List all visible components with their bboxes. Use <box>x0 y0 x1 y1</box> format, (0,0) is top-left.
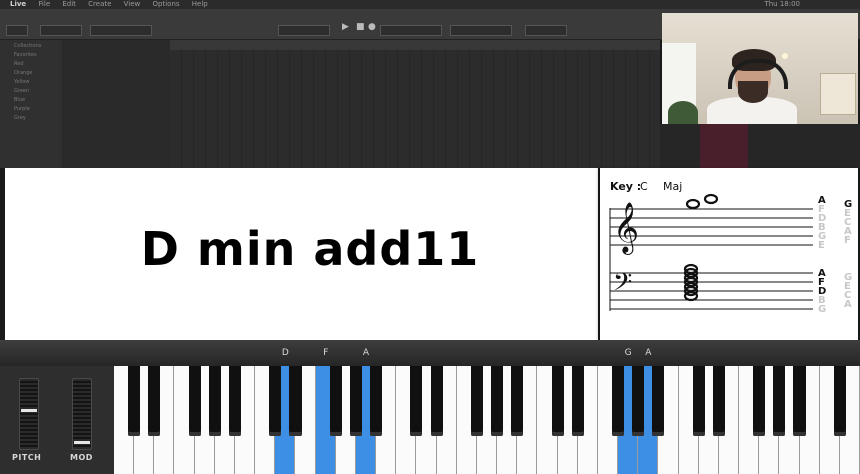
sidebar-item[interactable]: Orange <box>14 70 62 76</box>
loop-length-field[interactable] <box>525 25 567 36</box>
tempo-field[interactable] <box>40 25 82 36</box>
browser-content <box>62 40 170 168</box>
webcam-lamp <box>782 53 788 59</box>
pitch-wheel[interactable] <box>19 378 39 450</box>
sidebar-item[interactable]: Yellow <box>14 79 62 85</box>
sidebar-item[interactable]: Collections <box>14 43 62 49</box>
automation-buttons[interactable] <box>380 25 442 36</box>
black-key[interactable] <box>470 366 483 436</box>
black-key[interactable] <box>753 366 766 436</box>
pitch-wheel-marker <box>21 409 37 412</box>
black-key[interactable] <box>370 366 383 436</box>
menu-file[interactable]: File <box>38 0 50 9</box>
black-key[interactable] <box>128 366 141 436</box>
black-key[interactable] <box>511 366 524 436</box>
mod-label: MOD <box>70 453 93 462</box>
sidebar-item[interactable]: Purple <box>14 106 62 112</box>
key-quality: Maj <box>663 180 682 193</box>
menu-help[interactable]: Help <box>192 0 208 9</box>
time-signature-field[interactable] <box>90 25 152 36</box>
arrangement-view[interactable] <box>170 40 660 168</box>
chord-name: D min add11 <box>140 222 480 276</box>
menu-bar: Live File Edit Create View Options Help … <box>0 0 860 9</box>
loop-start-field[interactable] <box>450 25 512 36</box>
note-label: F <box>323 348 329 358</box>
sidebar-item[interactable]: Green <box>14 88 62 94</box>
black-key[interactable] <box>349 366 362 436</box>
black-key[interactable] <box>833 366 846 436</box>
webcam-picture-frame <box>820 73 856 115</box>
bass-letter: A <box>844 299 852 310</box>
menu-view[interactable]: View <box>124 0 141 9</box>
staff-notation: Key : C Maj 𝄞 𝄢 AFDBGEGECAFAFDBGGECA <box>609 180 852 315</box>
clip-slot[interactable] <box>700 124 748 168</box>
key-label: Key : <box>610 180 641 193</box>
menu-edit[interactable]: Edit <box>62 0 76 9</box>
keyboard-header <box>0 340 860 366</box>
black-key[interactable] <box>188 366 201 436</box>
black-key[interactable] <box>652 366 665 436</box>
black-key[interactable] <box>208 366 221 436</box>
screen: Live File Edit Create View Options Help … <box>0 0 860 474</box>
treble-staff <box>610 208 813 246</box>
note-label: A <box>645 348 652 358</box>
webcam-plant <box>668 101 698 124</box>
black-key[interactable] <box>712 366 725 436</box>
treble-clef-icon: 𝄞 <box>613 202 639 255</box>
bass-letter: G <box>818 304 826 315</box>
black-key[interactable] <box>228 366 242 436</box>
controller-panel: PITCH MOD <box>0 366 114 474</box>
mod-wheel[interactable] <box>72 378 92 450</box>
black-key[interactable] <box>692 366 705 436</box>
position-field[interactable] <box>278 25 330 36</box>
sidebar-item[interactable]: Blue <box>14 97 62 103</box>
menu-live[interactable]: Live <box>10 0 26 9</box>
black-key[interactable] <box>329 366 342 436</box>
menu-clock: Thu 18:00 <box>764 0 800 8</box>
note-head <box>703 193 719 205</box>
notation-panel: Key : C Maj 𝄞 𝄢 AFDBGEGECAFAFDBGGECA <box>600 168 858 340</box>
bass-staff <box>610 272 813 310</box>
black-key[interactable] <box>430 366 443 436</box>
sidebar-item[interactable]: Red <box>14 61 62 67</box>
bass-clef-icon: 𝄢 <box>613 268 632 303</box>
black-key[interactable] <box>612 366 625 436</box>
sidebar-item[interactable]: Favorites <box>14 52 62 58</box>
black-key[interactable] <box>148 366 161 436</box>
menu-options[interactable]: Options <box>153 0 180 9</box>
treble-letter: E <box>818 240 825 251</box>
sidebar-item[interactable]: Grey <box>14 115 62 121</box>
browser-sidebar: Collections Favorites Red Orange Yellow … <box>0 40 62 168</box>
black-key[interactable] <box>551 366 564 436</box>
record-icon[interactable]: ● <box>368 22 376 32</box>
black-key[interactable] <box>793 366 806 436</box>
black-key[interactable] <box>773 366 786 436</box>
pitch-label: PITCH <box>12 453 42 462</box>
black-key[interactable] <box>289 366 302 436</box>
black-key[interactable] <box>632 366 645 436</box>
note-label: G <box>624 348 632 358</box>
black-key[interactable] <box>571 366 584 436</box>
treble-letter: F <box>844 235 851 246</box>
mod-wheel-marker <box>74 441 90 444</box>
arrangement-ruler[interactable] <box>170 40 660 50</box>
tap-button[interactable] <box>6 25 28 36</box>
note-label: D <box>281 348 289 358</box>
black-key[interactable] <box>410 366 423 436</box>
black-key[interactable] <box>269 366 282 436</box>
note-label: A <box>362 348 370 358</box>
webcam-overlay <box>662 13 858 124</box>
chord-name-panel: D min add11 <box>5 168 598 340</box>
play-icon[interactable]: ▶ <box>342 22 349 32</box>
staff-note-letters: AFDBGEGECAFAFDBGGECA <box>818 195 852 315</box>
chord-notes <box>683 193 719 302</box>
key-root: C <box>640 180 648 193</box>
stop-icon[interactable]: ■ <box>356 22 365 32</box>
mixer-strip <box>660 124 860 168</box>
menu-create[interactable]: Create <box>88 0 111 9</box>
note-head <box>685 198 701 210</box>
black-key[interactable] <box>491 366 504 436</box>
piano-keyboard[interactable] <box>114 366 860 474</box>
